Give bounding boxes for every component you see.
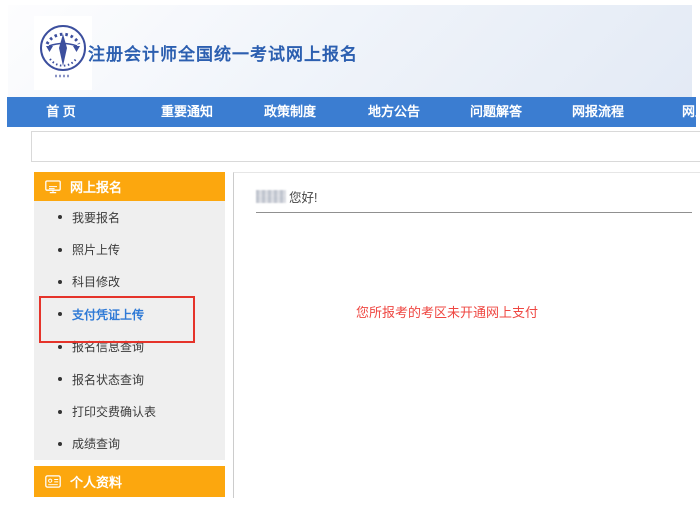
alert-message: 您所报考的考区未开通网上支付 — [356, 302, 700, 321]
nav-item-home[interactable]: 首 页 — [46, 97, 76, 127]
main-content: 您好! 您所报考的考区未开通网上支付 — [233, 172, 700, 498]
cicpa-logo — [34, 16, 92, 90]
bullet-icon — [58, 248, 62, 252]
sidebar-item-label: 我要报名 — [72, 209, 120, 226]
bullet-icon — [58, 215, 62, 219]
sidebar-item-register[interactable]: 我要报名 — [34, 201, 225, 233]
bullet-icon — [58, 442, 62, 446]
greeting-text: 您好! — [289, 187, 317, 206]
sidebar-section2-label: 个人资料 — [70, 472, 122, 491]
sidebar-item-label: 报名状态查询 — [72, 371, 144, 388]
cicpa-emblem-icon — [39, 22, 87, 84]
greeting-divider — [256, 212, 692, 213]
site-header: 注册会计师全国统一考试网上报名 — [8, 5, 692, 97]
sidebar-item-label: 照片上传 — [72, 241, 120, 258]
sidebar-header-online-registration[interactable]: 网上报名 — [34, 172, 225, 201]
sidebar-item-label: 科目修改 — [72, 273, 120, 290]
sidebar-section1-label: 网上报名 — [70, 177, 122, 196]
greeting-row: 您好! — [256, 187, 700, 206]
bullet-icon — [58, 377, 62, 381]
nav-item-policies[interactable]: 政策制度 — [264, 97, 316, 127]
sidebar-item-label: 打印交费确认表 — [72, 403, 156, 420]
nav-item-important-notices[interactable]: 重要通知 — [161, 97, 213, 127]
sidebar-header-personal-info[interactable]: 个人资料 — [34, 466, 225, 497]
nav-item-qa[interactable]: 问题解答 — [470, 97, 522, 127]
page-title: 注册会计师全国统一考试网上报名 — [88, 40, 358, 65]
sidebar-item-registration-status[interactable]: 报名状态查询 — [34, 363, 225, 395]
nav-item-report-process[interactable]: 网报流程 — [572, 97, 624, 127]
bullet-icon — [58, 345, 62, 349]
page: 注册会计师全国统一考试网上报名 首 页 重要通知 政策制度 地方公告 问题解答 … — [0, 0, 700, 505]
main-nav: 首 页 重要通知 政策制度 地方公告 问题解答 网报流程 网上 — [7, 97, 696, 127]
redacted-username — [256, 190, 286, 203]
id-card-icon — [45, 475, 61, 488]
nav-item-online-payment[interactable]: 网上 — [682, 97, 696, 127]
sidebar-item-subject-change[interactable]: 科目修改 — [34, 266, 225, 298]
highlight-box — [39, 296, 195, 343]
sidebar-item-photo-upload[interactable]: 照片上传 — [34, 233, 225, 265]
sidebar-item-print-fee-confirmation[interactable]: 打印交费确认表 — [34, 395, 225, 427]
bullet-icon — [58, 280, 62, 284]
notice-strip — [31, 131, 700, 162]
sidebar-item-score-inquiry[interactable]: 成绩查询 — [34, 428, 225, 460]
nav-item-local-announcements[interactable]: 地方公告 — [368, 97, 420, 127]
monitor-icon — [45, 180, 61, 194]
sidebar-item-label: 成绩查询 — [72, 435, 120, 452]
bullet-icon — [58, 410, 62, 414]
